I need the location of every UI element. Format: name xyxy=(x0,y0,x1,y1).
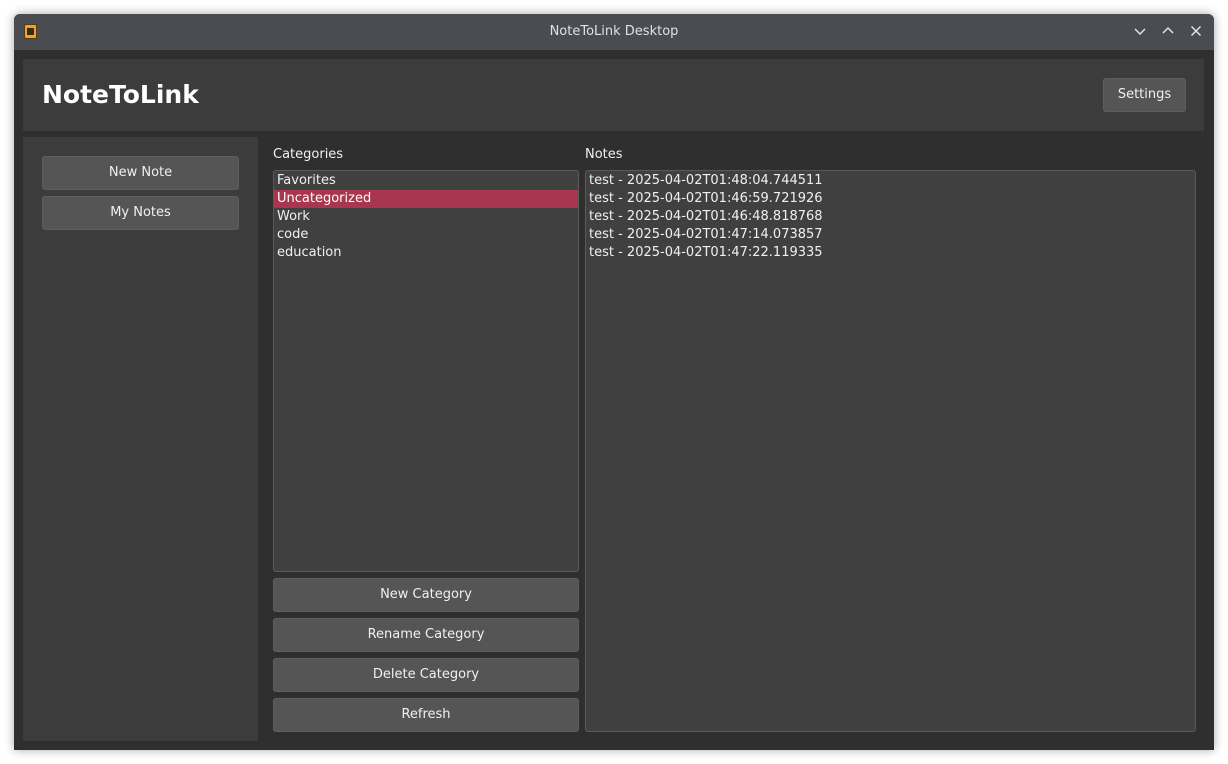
category-item[interactable]: Work xyxy=(274,208,578,226)
new-note-button[interactable]: New Note xyxy=(42,156,239,190)
note-item[interactable]: test - 2025-04-02T01:47:14.073857 xyxy=(586,226,1195,244)
close-icon xyxy=(1191,26,1201,36)
refresh-button[interactable]: Refresh xyxy=(273,698,579,732)
notes-label: Notes xyxy=(585,147,623,162)
note-item[interactable]: test - 2025-04-02T01:46:48.818768 xyxy=(586,208,1195,226)
notes-list[interactable]: test - 2025-04-02T01:48:04.744511 test - … xyxy=(585,170,1196,732)
note-item[interactable]: test - 2025-04-02T01:48:04.744511 xyxy=(586,172,1195,190)
minimize-button[interactable] xyxy=(1128,20,1152,44)
rename-category-button[interactable]: Rename Category xyxy=(273,618,579,652)
sidebar: New Note My Notes xyxy=(23,137,258,741)
app-window: NoteToLink Desktop NoteToLink Settings N… xyxy=(14,14,1214,750)
chevron-down-icon xyxy=(1134,28,1146,35)
category-item[interactable]: Uncategorized xyxy=(274,190,578,208)
close-button[interactable] xyxy=(1184,20,1208,44)
categories-label: Categories xyxy=(273,147,344,162)
note-item[interactable]: test - 2025-04-02T01:47:22.119335 xyxy=(586,244,1195,262)
app-name: NoteToLink xyxy=(42,80,199,109)
new-category-button[interactable]: New Category xyxy=(273,578,579,612)
category-item[interactable]: Favorites xyxy=(274,172,578,190)
window-title: NoteToLink Desktop xyxy=(549,24,679,39)
maximize-button[interactable] xyxy=(1156,20,1180,44)
app-header: NoteToLink Settings xyxy=(23,59,1204,131)
category-item[interactable]: code xyxy=(274,226,578,244)
my-notes-button[interactable]: My Notes xyxy=(42,196,239,230)
settings-button[interactable]: Settings xyxy=(1103,78,1186,112)
categories-list[interactable]: Favorites Uncategorized Work code education xyxy=(273,170,579,572)
category-item[interactable]: education xyxy=(274,244,578,262)
chevron-up-icon xyxy=(1162,27,1174,34)
delete-category-button[interactable]: Delete Category xyxy=(273,658,579,692)
title-bar: NoteToLink Desktop xyxy=(14,14,1214,50)
note-item[interactable]: test - 2025-04-02T01:46:59.721926 xyxy=(586,190,1195,208)
